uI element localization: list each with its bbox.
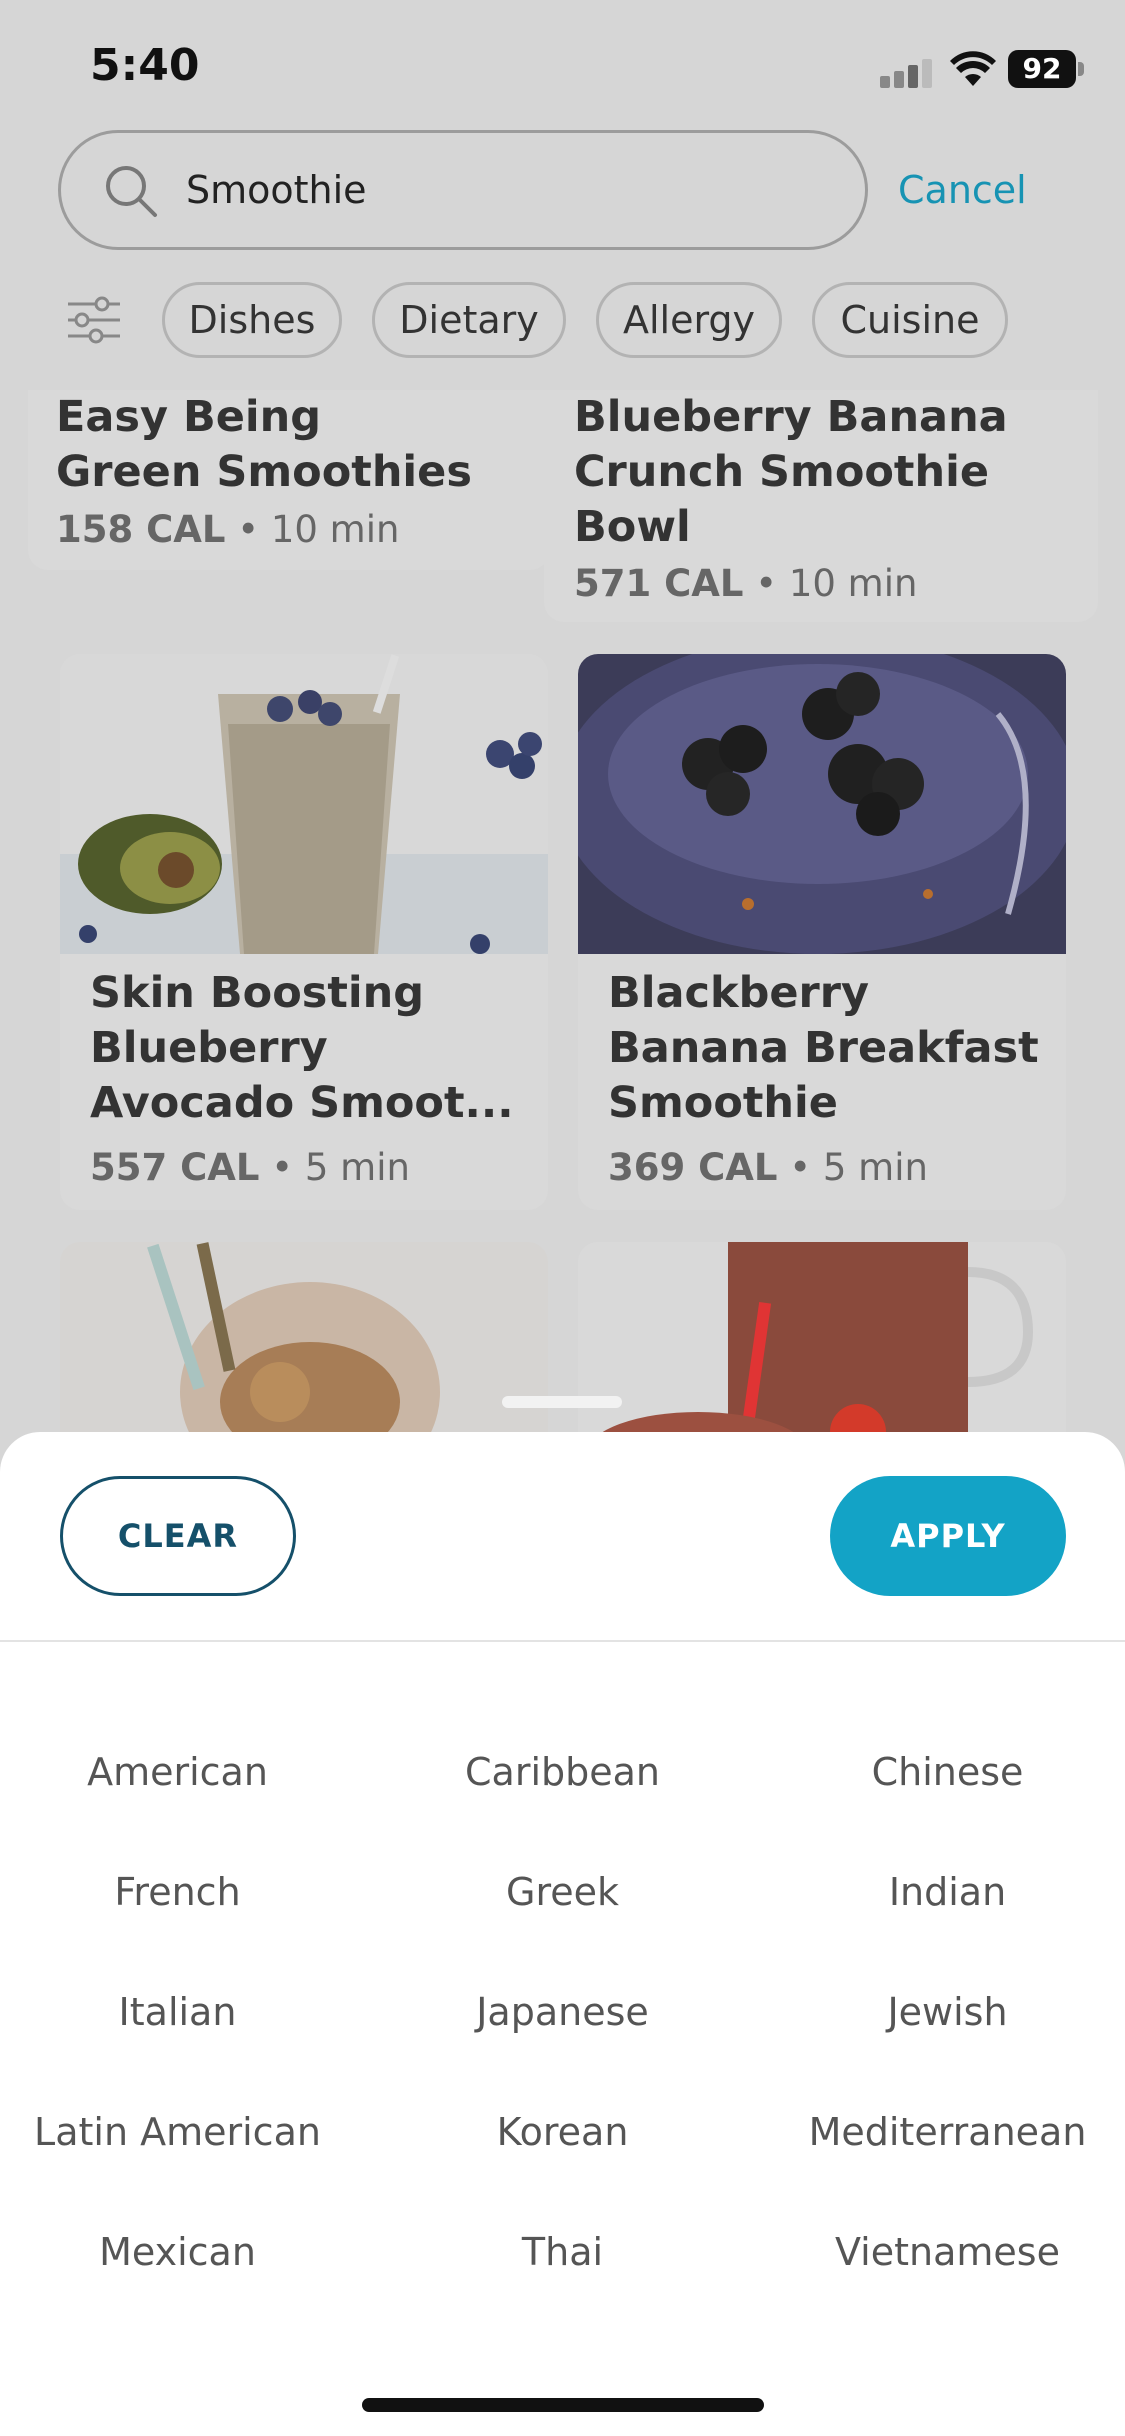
recipe-title-line: Green Smoothies xyxy=(56,447,472,497)
recipe-photo-chocolate-smoothie xyxy=(578,1242,1066,1462)
recipe-card[interactable]: Blackberry Banana Breakfast Smoothie 369… xyxy=(578,654,1066,1210)
cuisine-option-thai[interactable]: Thai xyxy=(375,2230,750,2274)
cuisine-filter-sheet: CLEAR APPLY American Caribbean Chinese F… xyxy=(0,1432,1125,2436)
recipe-title-line: Easy Being xyxy=(56,392,322,442)
recipe-card[interactable]: Easy Being Green Smoothies 158 CAL • 10 … xyxy=(28,390,550,570)
apply-button[interactable]: APPLY xyxy=(830,1476,1066,1596)
filter-chip-allergy[interactable]: Allergy xyxy=(596,282,782,358)
recipe-title: Easy Being Green Smoothies xyxy=(56,390,472,500)
wifi-icon xyxy=(950,51,996,86)
recipe-title-line: Blueberry Banana xyxy=(574,392,1008,442)
recipe-title: Blackberry Banana Breakfast Smoothie xyxy=(608,966,1039,1131)
recipe-photo-blackberry-bowl xyxy=(578,654,1066,954)
cancel-button[interactable]: Cancel xyxy=(898,168,1027,212)
cuisine-option-japanese[interactable]: Japanese xyxy=(375,1990,750,2034)
dot-separator: • xyxy=(755,562,789,605)
search-input[interactable] xyxy=(186,133,786,247)
dot-separator: • xyxy=(789,1146,823,1189)
recipe-card[interactable] xyxy=(60,1242,548,1462)
recipe-photo-peanut-smoothie xyxy=(60,1242,548,1462)
clear-button[interactable]: CLEAR xyxy=(60,1476,296,1596)
battery-level: 92 xyxy=(1008,50,1076,88)
recipe-card[interactable] xyxy=(578,1242,1066,1462)
cuisine-option-indian[interactable]: Indian xyxy=(760,1870,1125,1914)
recipe-photo-smoothie-glass xyxy=(60,654,548,954)
divider xyxy=(0,1640,1125,1642)
recipe-title-line: Bowl xyxy=(574,502,691,552)
recipe-title: Skin Boosting Blueberry Avocado Smoot... xyxy=(90,966,514,1131)
recipe-calories: 571 CAL xyxy=(574,562,744,605)
recipe-time: 5 min xyxy=(304,1146,410,1189)
cuisine-option-mexican[interactable]: Mexican xyxy=(0,2230,365,2274)
cuisine-option-french[interactable]: French xyxy=(0,1870,365,1914)
recipe-title-line: Smoothie xyxy=(608,1078,838,1128)
recipe-meta: 369 CAL • 5 min xyxy=(608,1146,928,1189)
status-time: 5:40 xyxy=(90,40,200,91)
recipe-calories: 369 CAL xyxy=(608,1146,778,1189)
filter-chip-cuisine[interactable]: Cuisine xyxy=(812,282,1008,358)
recipe-title-line: Banana Breakfast xyxy=(608,1023,1039,1073)
cuisine-option-chinese[interactable]: Chinese xyxy=(760,1750,1125,1794)
dot-separator: • xyxy=(237,508,271,551)
cellular-signal-icon xyxy=(880,59,932,88)
recipe-meta: 158 CAL • 10 min xyxy=(56,508,399,551)
recipe-title-line: Blackberry xyxy=(608,968,870,1018)
filter-sliders-icon[interactable] xyxy=(66,292,122,348)
recipe-meta: 557 CAL • 5 min xyxy=(90,1146,410,1189)
recipe-title-line: Skin Boosting xyxy=(90,968,425,1018)
cuisine-option-greek[interactable]: Greek xyxy=(375,1870,750,1914)
home-indicator[interactable] xyxy=(362,2398,764,2412)
battery-tip xyxy=(1078,62,1084,76)
recipe-title-line: Avocado Smoot... xyxy=(90,1078,514,1128)
recipe-title: Blueberry Banana Crunch Smoothie Bowl xyxy=(574,390,1008,555)
cuisine-option-latin-american[interactable]: Latin American xyxy=(0,2110,365,2154)
sheet-grabber-handle[interactable] xyxy=(502,1396,622,1408)
cuisine-option-vietnamese[interactable]: Vietnamese xyxy=(760,2230,1125,2274)
search-field[interactable] xyxy=(58,130,868,250)
recipe-meta: 571 CAL • 10 min xyxy=(574,562,917,605)
search-icon xyxy=(106,166,157,217)
filter-chip-dietary[interactable]: Dietary xyxy=(372,282,566,358)
cuisine-option-italian[interactable]: Italian xyxy=(0,1990,365,2034)
recipe-card[interactable]: Blueberry Banana Crunch Smoothie Bowl 57… xyxy=(544,390,1098,622)
cuisine-option-korean[interactable]: Korean xyxy=(375,2110,750,2154)
filter-chip-dishes[interactable]: Dishes xyxy=(162,282,342,358)
recipe-time: 10 min xyxy=(270,508,400,551)
recipe-search-screen: 5:40 92 Cancel Dishes Dietary Al xyxy=(0,0,1125,2436)
status-bar: 5:40 92 xyxy=(0,0,1125,130)
cuisine-option-mediterranean[interactable]: Mediterranean xyxy=(760,2110,1125,2154)
dot-separator: • xyxy=(271,1146,305,1189)
cuisine-option-jewish[interactable]: Jewish xyxy=(760,1990,1125,2034)
cuisine-option-american[interactable]: American xyxy=(0,1750,365,1794)
recipe-card[interactable]: Skin Boosting Blueberry Avocado Smoot...… xyxy=(60,654,548,1210)
recipe-time: 5 min xyxy=(822,1146,928,1189)
recipe-calories: 557 CAL xyxy=(90,1146,260,1189)
recipe-title-line: Crunch Smoothie xyxy=(574,447,989,497)
recipe-time: 10 min xyxy=(788,562,918,605)
recipe-calories: 158 CAL xyxy=(56,508,226,551)
cuisine-option-caribbean[interactable]: Caribbean xyxy=(375,1750,750,1794)
recipe-title-line: Blueberry xyxy=(90,1023,328,1073)
